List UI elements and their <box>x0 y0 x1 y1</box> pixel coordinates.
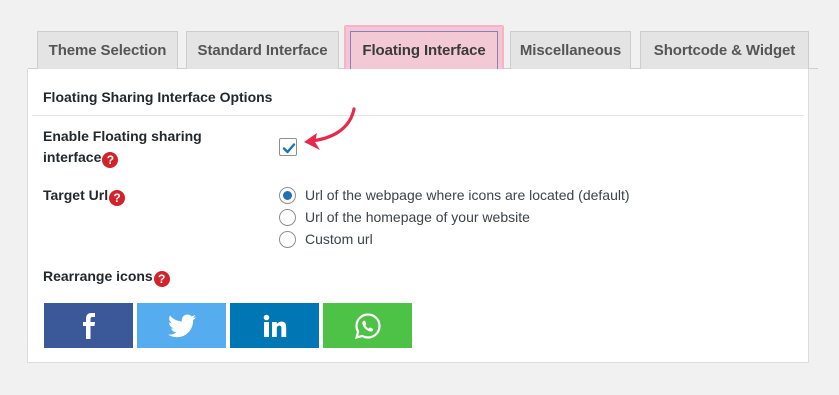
radio-button-selected[interactable] <box>279 186 296 204</box>
tab-theme-selection[interactable]: Theme Selection <box>37 31 178 69</box>
radio-label: Custom url <box>305 231 373 247</box>
rearrange-icons-label: Rearrange icons? <box>43 266 170 287</box>
target-url-label: Target Url? <box>43 185 126 206</box>
enable-floating-label-line1: Enable Floating sharing <box>43 128 202 144</box>
linkedin-icon <box>263 314 286 337</box>
whatsapp-icon <box>354 312 381 339</box>
enable-floating-label-line2: interface? <box>43 147 202 168</box>
options-panel: Floating Sharing Interface Options Enabl… <box>27 69 809 363</box>
active-tab-highlight: Floating Interface <box>344 25 504 71</box>
tab-miscellaneous[interactable]: Miscellaneous <box>510 31 631 69</box>
radio-button[interactable] <box>279 230 296 248</box>
tab-floating-interface[interactable]: Floating Interface <box>350 31 498 69</box>
tab-bar: Theme Selection Standard Interface Float… <box>28 24 818 71</box>
share-icons-row <box>44 303 416 348</box>
radio-option-webpage-url[interactable]: Url of the webpage where icons are locat… <box>279 185 630 205</box>
help-icon[interactable]: ? <box>153 271 170 287</box>
tab-standard-interface[interactable]: Standard Interface <box>186 31 339 69</box>
panel-title: Floating Sharing Interface Options <box>43 89 273 105</box>
help-icon[interactable]: ? <box>109 190 126 206</box>
facebook-icon <box>82 312 95 339</box>
divider <box>32 115 804 116</box>
radio-option-homepage-url[interactable]: Url of the homepage of your website <box>279 207 530 227</box>
radio-label: Url of the homepage of your website <box>305 209 530 225</box>
twitter-icon <box>167 313 196 337</box>
whatsapp-share-button[interactable] <box>323 303 412 348</box>
tab-shortcode-widget[interactable]: Shortcode & Widget <box>640 31 809 69</box>
linkedin-share-button[interactable] <box>230 303 319 348</box>
help-icon[interactable]: ? <box>102 152 119 168</box>
radio-option-custom-url[interactable]: Custom url <box>279 229 373 249</box>
radio-button[interactable] <box>279 208 296 226</box>
checkmark-icon <box>282 143 296 154</box>
annotation-arrow-icon <box>304 107 356 150</box>
twitter-share-button[interactable] <box>137 303 226 348</box>
radio-label: Url of the webpage where icons are locat… <box>305 187 630 203</box>
enable-floating-checkbox[interactable] <box>279 138 297 156</box>
facebook-share-button[interactable] <box>44 303 133 348</box>
enable-floating-label: Enable Floating sharing interface? <box>43 126 202 168</box>
